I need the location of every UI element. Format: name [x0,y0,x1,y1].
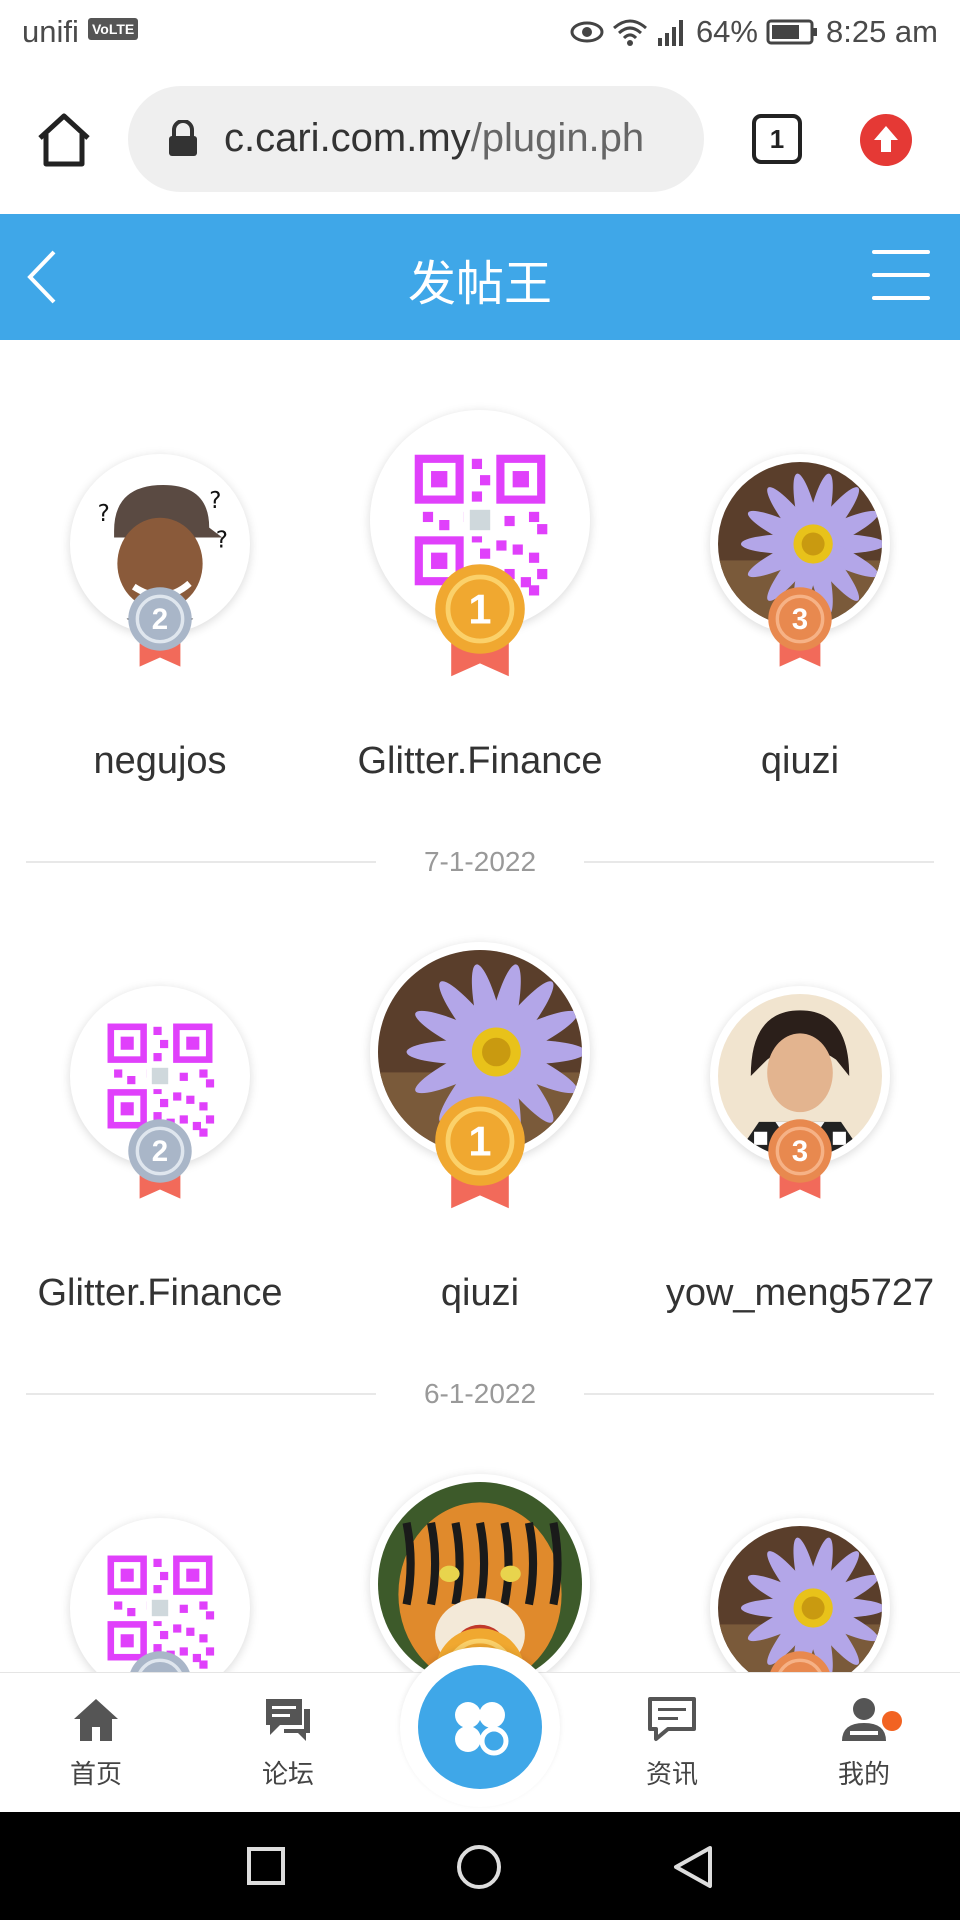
rank-row: 2 Glitter.Finance 1 qiuzi 3 yow_meng5727… [0,942,960,1409]
bottom-nav: 首页 论坛 资讯 我的 [0,1647,960,1812]
home-circle-icon[interactable] [456,1844,502,1890]
menu-line [872,273,930,277]
rank-username[interactable]: qiuzi [320,1272,640,1315]
rank-entry[interactable]: 3 qiuzi [640,410,960,810]
home-icon[interactable] [34,110,94,170]
status-bar: unifi VoLTE 64% 8:25 am [0,0,960,66]
forum-icon [266,1699,310,1741]
menu-line [872,250,930,254]
rank-entry[interactable]: 3 yow_meng5727 [640,942,960,1342]
signal-icon [657,20,683,46]
svg-text:2: 2 [152,1135,168,1168]
lock-icon [169,120,197,156]
rank-medal-3: 3 [766,1117,834,1206]
menu-button[interactable] [872,250,930,306]
wifi-icon [612,19,647,46]
update-button[interactable] [860,114,912,166]
nav-label: 我的 [837,1759,890,1789]
nav-item-home[interactable]: 首页 [36,1695,156,1791]
svg-text:3: 3 [792,603,808,636]
url-path: /plugin.ph [470,116,645,160]
date-separator: 6-1-2022 [0,1374,960,1414]
battery-icon [766,19,817,45]
nav-label: 首页 [69,1759,122,1789]
rank-medal-1: 1 [432,1093,528,1216]
url-host: c.cari.com.my [224,116,471,160]
rank-medal-2: 2 [126,585,194,674]
eye-icon [570,21,604,43]
rank-username[interactable]: negujos [0,740,320,783]
date-separator: 7-1-2022 [0,842,960,882]
url-text: c.cari.com.my/plugin.ph [224,116,644,161]
system-nav-bar [0,1812,960,1920]
rank-row: ??? 2 negujos 1 Glitter.Finance 3 qiuzi 7… [0,410,960,877]
svg-text:1: 1 [468,585,491,632]
arrow-up-icon [874,126,898,152]
notification-dot [882,1711,902,1731]
nav-label: 论坛 [261,1759,314,1789]
menu-line [872,296,930,300]
svg-text:3: 3 [792,1135,808,1168]
nav-item-news[interactable]: 资讯 [612,1695,732,1791]
svg-text:?: ? [209,488,221,514]
rank-username[interactable]: qiuzi [640,740,960,783]
news-icon [648,1697,696,1741]
page-title: 发帖王 [407,258,552,311]
address-bar[interactable]: c.cari.com.my/plugin.ph [128,86,704,192]
nav-label: 资讯 [645,1759,698,1789]
home-icon [74,1699,118,1741]
svg-text:1: 1 [468,1117,491,1164]
date-label: 6-1-2022 [423,1378,537,1409]
nav-item-forum[interactable]: 论坛 [228,1695,348,1791]
nav-item-profile[interactable]: 我的 [804,1695,924,1791]
rank-entry[interactable]: 1 Glitter.Finance [320,410,640,810]
carrier-name: unifi [22,14,79,49]
rank-username[interactable]: yow_meng5727 [640,1272,960,1315]
browser-toolbar: c.cari.com.my/plugin.ph 1 [0,66,960,214]
nav-item-apps[interactable] [400,1647,560,1807]
rank-medal-2: 2 [126,1117,194,1206]
svg-text:?: ? [98,501,110,527]
battery-percent: 64% [695,14,758,49]
clock: 8:25 am [825,14,938,49]
apps-icon [455,1702,509,1756]
recent-apps-icon[interactable] [246,1846,286,1886]
rank-entry[interactable]: ??? 2 negujos [0,410,320,810]
rank-entry[interactable]: 1 qiuzi [320,942,640,1342]
volte-badge: VoLTE [88,18,139,40]
app-header: 发帖王 [0,214,960,340]
rank-username[interactable]: Glitter.Finance [0,1272,320,1315]
rank-entry[interactable]: 2 Glitter.Finance [0,942,320,1342]
back-triangle-icon[interactable] [672,1844,714,1890]
rank-username[interactable]: Glitter.Finance [320,740,640,783]
rank-medal-3: 3 [766,585,834,674]
date-label: 7-1-2022 [423,846,537,877]
svg-text:2: 2 [152,603,168,636]
rank-medal-1: 1 [432,561,528,684]
svg-text:?: ? [216,527,228,553]
tab-switcher-button[interactable]: 1 [752,114,802,164]
